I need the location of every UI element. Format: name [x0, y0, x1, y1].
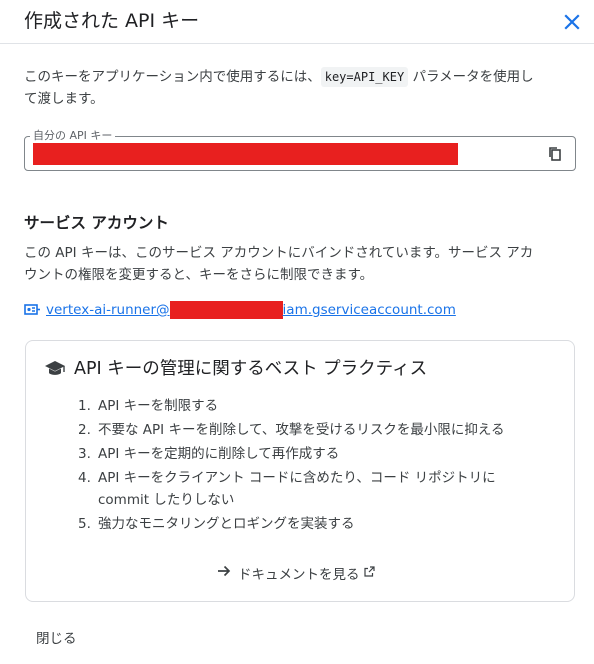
intro-text: このキーをアプリケーション内で使用するには、 key=API_KEY パラメータを… — [24, 66, 544, 110]
copy-icon[interactable] — [545, 144, 565, 164]
list-item: 1. API キーを制限する — [78, 395, 538, 417]
list-item-number: 2. — [78, 422, 91, 438]
view-docs-link[interactable]: ドキュメントを見る — [216, 563, 375, 583]
service-account-icon — [24, 303, 41, 317]
dialog-title: 作成された API キー — [24, 10, 200, 32]
best-practices-title: API キーの管理に関するベスト プラクティス — [74, 359, 428, 379]
service-account-email-redacted — [169, 301, 283, 319]
arrow-right-icon — [216, 563, 232, 583]
list-item: 2. 不要な API キーを削除して、攻撃を受けるリスクを最小限に抑える — [78, 419, 538, 441]
intro-text-before: このキーをアプリケーション内で使用するには、 — [24, 69, 321, 85]
list-item-text: 強力なモニタリングとロギングを実装する — [98, 516, 355, 532]
list-item-number: 4. — [78, 470, 91, 486]
service-account-heading: サービス アカウント — [24, 214, 169, 232]
service-account-link[interactable]: vertex-ai-runner@ iam.gserviceaccount.com — [24, 299, 456, 321]
api-key-value-redacted — [33, 143, 458, 165]
list-item: 4. API キーをクライアント コードに含めたり、コード リポジトリに comm… — [78, 467, 538, 511]
service-account-email-suffix: iam.gserviceaccount.com — [282, 302, 456, 318]
list-item: 5. 強力なモニタリングとロギングを実装する — [78, 513, 538, 535]
service-account-description: この API キーは、このサービス アカウントにバインドされています。サービス … — [24, 245, 534, 283]
list-item-number: 5. — [78, 516, 91, 532]
view-docs-label: ドキュメントを見る — [238, 567, 360, 583]
list-item-number: 3. — [78, 446, 91, 462]
graduation-cap-icon — [44, 360, 66, 378]
list-item-text: API キーを制限する — [98, 398, 219, 414]
best-practices-list: 1. API キーを制限する 2. 不要な API キーを削除して、攻撃を受けるリス… — [78, 395, 538, 537]
list-item-text: 不要な API キーを削除して、攻撃を受けるリスクを最小限に抑える — [98, 422, 505, 438]
service-account-email-prefix: vertex-ai-runner@ — [46, 302, 170, 318]
dialog-header: 作成された API キー — [0, 0, 594, 44]
best-practices-card: API キーの管理に関するベスト プラクティス 1. API キーを制限する 2.… — [25, 340, 575, 602]
close-icon[interactable] — [560, 10, 584, 34]
list-item-text: API キーを定期的に削除して再作成する — [98, 446, 340, 462]
external-link-icon — [363, 565, 375, 581]
close-button[interactable]: 閉じる — [36, 628, 77, 650]
api-key-field[interactable]: 自分の API キー — [24, 129, 576, 171]
best-practices-header: API キーの管理に関するベスト プラクティス — [44, 357, 427, 381]
list-item-number: 1. — [78, 398, 91, 414]
list-item: 3. API キーを定期的に削除して再作成する — [78, 443, 538, 465]
param-code: key=API_KEY — [320, 67, 409, 87]
list-item-text: API キーをクライアント コードに含めたり、コード リポジトリに commit… — [98, 470, 496, 508]
api-key-label: 自分の API キー — [30, 129, 116, 143]
